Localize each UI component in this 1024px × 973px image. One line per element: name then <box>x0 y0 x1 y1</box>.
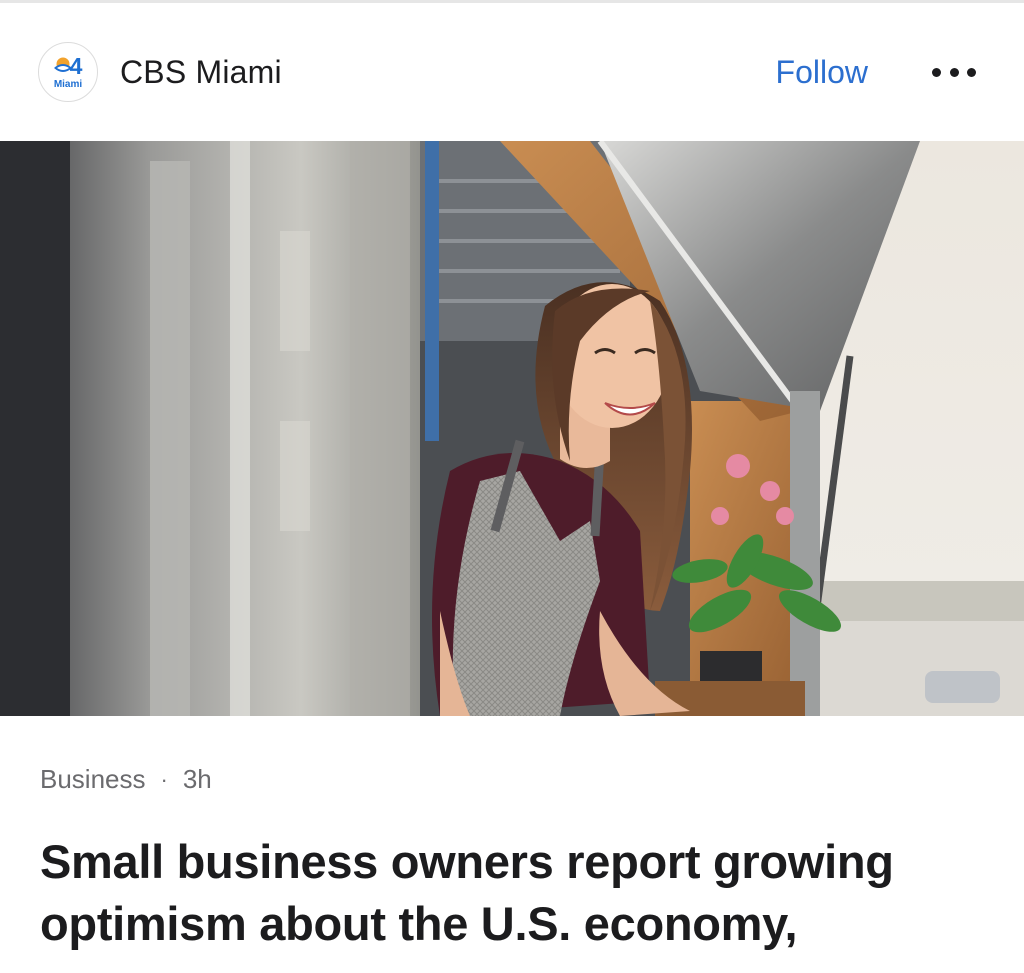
logo-eye-icon: 4 <box>53 52 83 79</box>
more-dot <box>967 67 976 77</box>
article-hero-image[interactable] <box>0 141 1024 716</box>
more-dot <box>949 67 959 77</box>
more-dot <box>932 67 941 77</box>
logo-city-text: Miami <box>53 79 83 90</box>
article-meta: Business · 3h <box>40 764 1024 795</box>
source-name[interactable]: CBS Miami <box>120 54 776 91</box>
follow-button[interactable]: Follow <box>776 54 868 91</box>
meta-separator: · <box>160 766 168 792</box>
source-logo[interactable]: 4 Miami <box>38 42 98 102</box>
logo-channel-number: 4 <box>69 52 83 79</box>
article-age: 3h <box>182 764 212 794</box>
more-options-icon[interactable] <box>930 60 978 84</box>
article-source-header: 4 Miami CBS Miami Follow <box>0 3 1024 141</box>
article-category[interactable]: Business <box>40 764 146 795</box>
article-headline[interactable]: Small business owners report growing opt… <box>40 831 984 955</box>
